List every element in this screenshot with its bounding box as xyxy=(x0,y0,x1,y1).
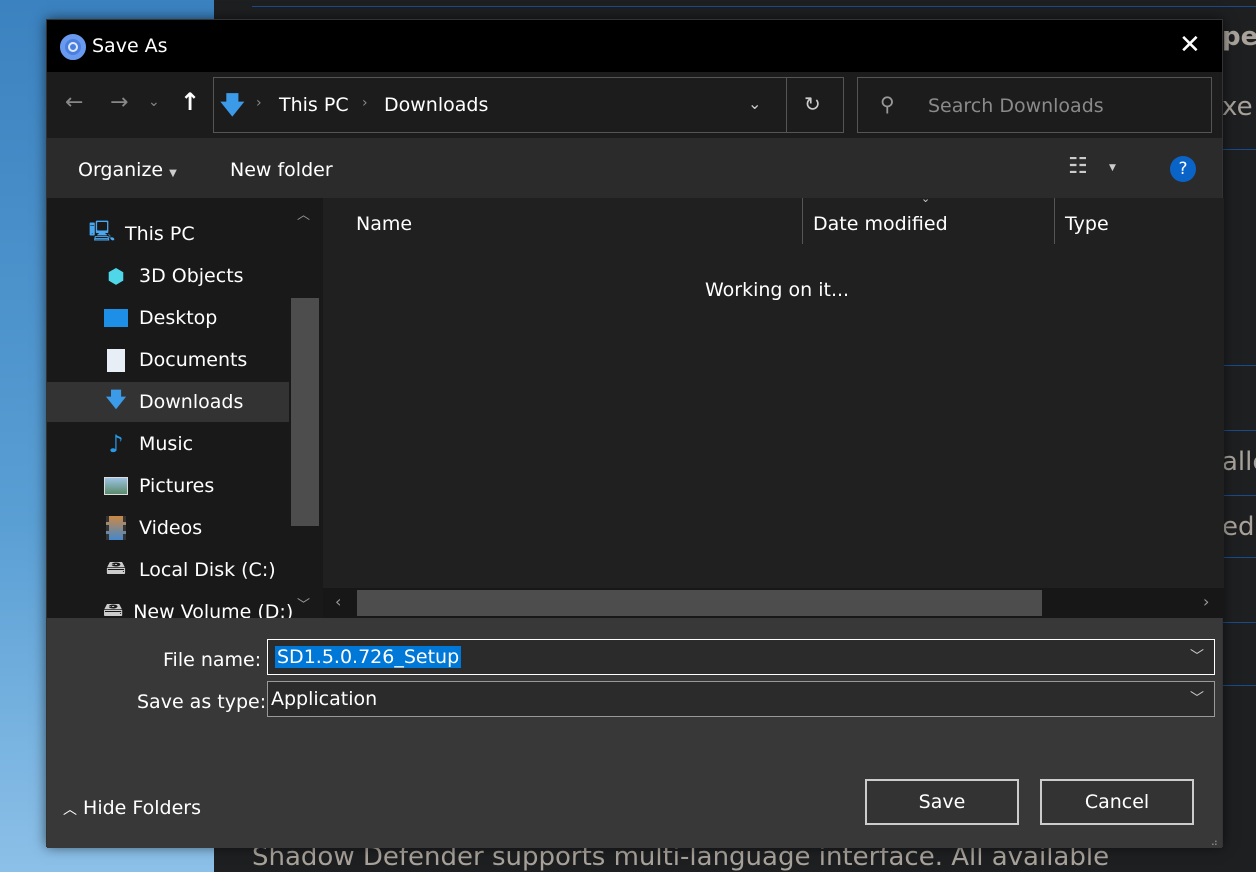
sort-chevron-icon: ⌄ xyxy=(921,192,931,205)
address-row: ← → ⌄ ↑ 🡇 › This PC › Downloads ⌄ ↻ ⚲ Se… xyxy=(47,72,1222,138)
address-dropdown-icon[interactable]: ⌄ xyxy=(748,94,761,113)
search-input[interactable]: ⚲ Search Downloads xyxy=(857,77,1212,133)
refresh-icon[interactable]: ↻ xyxy=(804,92,821,116)
picture-icon xyxy=(103,474,129,498)
bg-text: alle xyxy=(1222,447,1256,477)
nav-item-3d-objects[interactable]: ⬢ 3D Objects xyxy=(47,256,289,296)
organize-button[interactable]: Organize ▼ xyxy=(78,159,177,181)
scroll-down-icon[interactable]: ﹀ xyxy=(297,594,310,613)
nav-scrollbar-thumb[interactable] xyxy=(291,298,319,526)
search-placeholder: Search Downloads xyxy=(928,95,1104,117)
download-icon: 🡇 xyxy=(105,387,127,411)
cancel-button[interactable]: Cancel xyxy=(1040,779,1194,825)
resize-grip-icon[interactable]: ⣠ xyxy=(1211,835,1218,846)
save-as-type-label: Save as type: xyxy=(137,691,267,713)
bg-text: ed xyxy=(1222,512,1255,542)
search-icon: ⚲ xyxy=(880,92,895,116)
status-text: Working on it... xyxy=(705,279,850,301)
desktop-icon xyxy=(103,306,129,330)
save-as-type-value: Application xyxy=(271,688,378,710)
navigation-pane: 🖳 This PC ⬢ 3D Objects Desktop Documents 🡇… xyxy=(47,198,323,618)
file-name-dropdown-icon[interactable]: ﹀ xyxy=(1190,646,1204,666)
document-icon xyxy=(103,348,129,372)
chrome-icon xyxy=(60,34,86,60)
bg-text: xe xyxy=(1222,92,1253,122)
nav-item-pictures[interactable]: Pictures xyxy=(47,466,289,506)
drive-icon: 🖴 xyxy=(103,597,124,618)
scroll-right-icon[interactable]: › xyxy=(1203,592,1209,611)
computer-icon: 🖳 xyxy=(88,219,116,243)
bg-text: pe xyxy=(1222,22,1256,52)
chevron-up-icon: ︿ xyxy=(63,802,77,818)
cube-icon: ⬢ xyxy=(107,264,125,288)
scroll-up-icon[interactable]: ︿ xyxy=(297,204,310,223)
breadcrumb-this-pc[interactable]: This PC xyxy=(279,94,349,116)
view-dropdown-icon[interactable]: ▼ xyxy=(1109,163,1116,173)
horizontal-scrollbar-thumb[interactable] xyxy=(357,590,1042,616)
nav-item-new-volume-d[interactable]: 🖴 New Volume (D:) xyxy=(47,592,293,618)
nav-item-desktop[interactable]: Desktop xyxy=(47,298,289,338)
up-arrow-icon[interactable]: ↑ xyxy=(180,88,200,116)
save-as-type-dropdown-icon[interactable]: ﹀ xyxy=(1190,688,1204,708)
nav-item-local-disk-c[interactable]: 🖴 Local Disk (C:) xyxy=(47,550,289,590)
back-arrow-icon[interactable]: ← xyxy=(65,90,83,115)
save-as-type-select[interactable]: Application ﹀ xyxy=(267,681,1215,717)
file-name-input[interactable]: SD1.5.0.726_Setup ﹀ xyxy=(267,639,1215,675)
dialog-title: Save As xyxy=(92,35,168,57)
save-button[interactable]: Save xyxy=(865,779,1019,825)
help-button[interactable]: ? xyxy=(1170,156,1196,182)
address-bar[interactable]: 🡇 › This PC › Downloads ⌄ ↻ xyxy=(213,77,844,133)
nav-item-downloads[interactable]: 🡇 Downloads xyxy=(47,382,289,422)
forward-arrow-icon[interactable]: → xyxy=(110,90,128,115)
view-details-icon[interactable]: ☷ xyxy=(1068,154,1088,179)
horizontal-scrollbar[interactable]: ‹ › xyxy=(323,588,1224,618)
nav-item-documents[interactable]: Documents xyxy=(47,340,289,380)
column-header-name[interactable]: Name xyxy=(356,213,412,235)
recent-chevron-icon[interactable]: ⌄ xyxy=(148,94,160,110)
toolbar: Organize ▼ New folder ☷ ▼ ? xyxy=(47,138,1222,198)
music-note-icon: ♪ xyxy=(108,430,124,458)
new-folder-button[interactable]: New folder xyxy=(230,159,333,181)
nav-item-this-pc[interactable]: 🖳 This PC xyxy=(47,214,289,254)
nav-item-music[interactable]: ♪ Music xyxy=(47,424,289,464)
hide-folders-button[interactable]: ︿ Hide Folders xyxy=(63,797,201,819)
video-icon xyxy=(103,516,129,540)
download-icon: 🡇 xyxy=(220,91,245,119)
breadcrumb-downloads[interactable]: Downloads xyxy=(384,94,488,116)
nav-item-videos[interactable]: Videos xyxy=(47,508,289,548)
drive-icon: 🖴 xyxy=(105,555,127,579)
column-header-type[interactable]: Type xyxy=(1065,213,1109,235)
file-name-value: SD1.5.0.726_Setup xyxy=(275,646,462,668)
close-icon[interactable]: ✕ xyxy=(1179,30,1201,60)
column-header-date-modified[interactable]: Date modified xyxy=(813,213,948,235)
file-name-label: File name: xyxy=(163,649,262,671)
title-bar: Save As ✕ xyxy=(47,20,1222,72)
file-list: Name ⌄ Date modified Type Working on it.… xyxy=(323,192,1224,618)
save-as-dialog: Save As ✕ ← → ⌄ ↑ 🡇 › This PC › Download… xyxy=(46,19,1224,848)
scroll-left-icon[interactable]: ‹ xyxy=(335,592,341,611)
